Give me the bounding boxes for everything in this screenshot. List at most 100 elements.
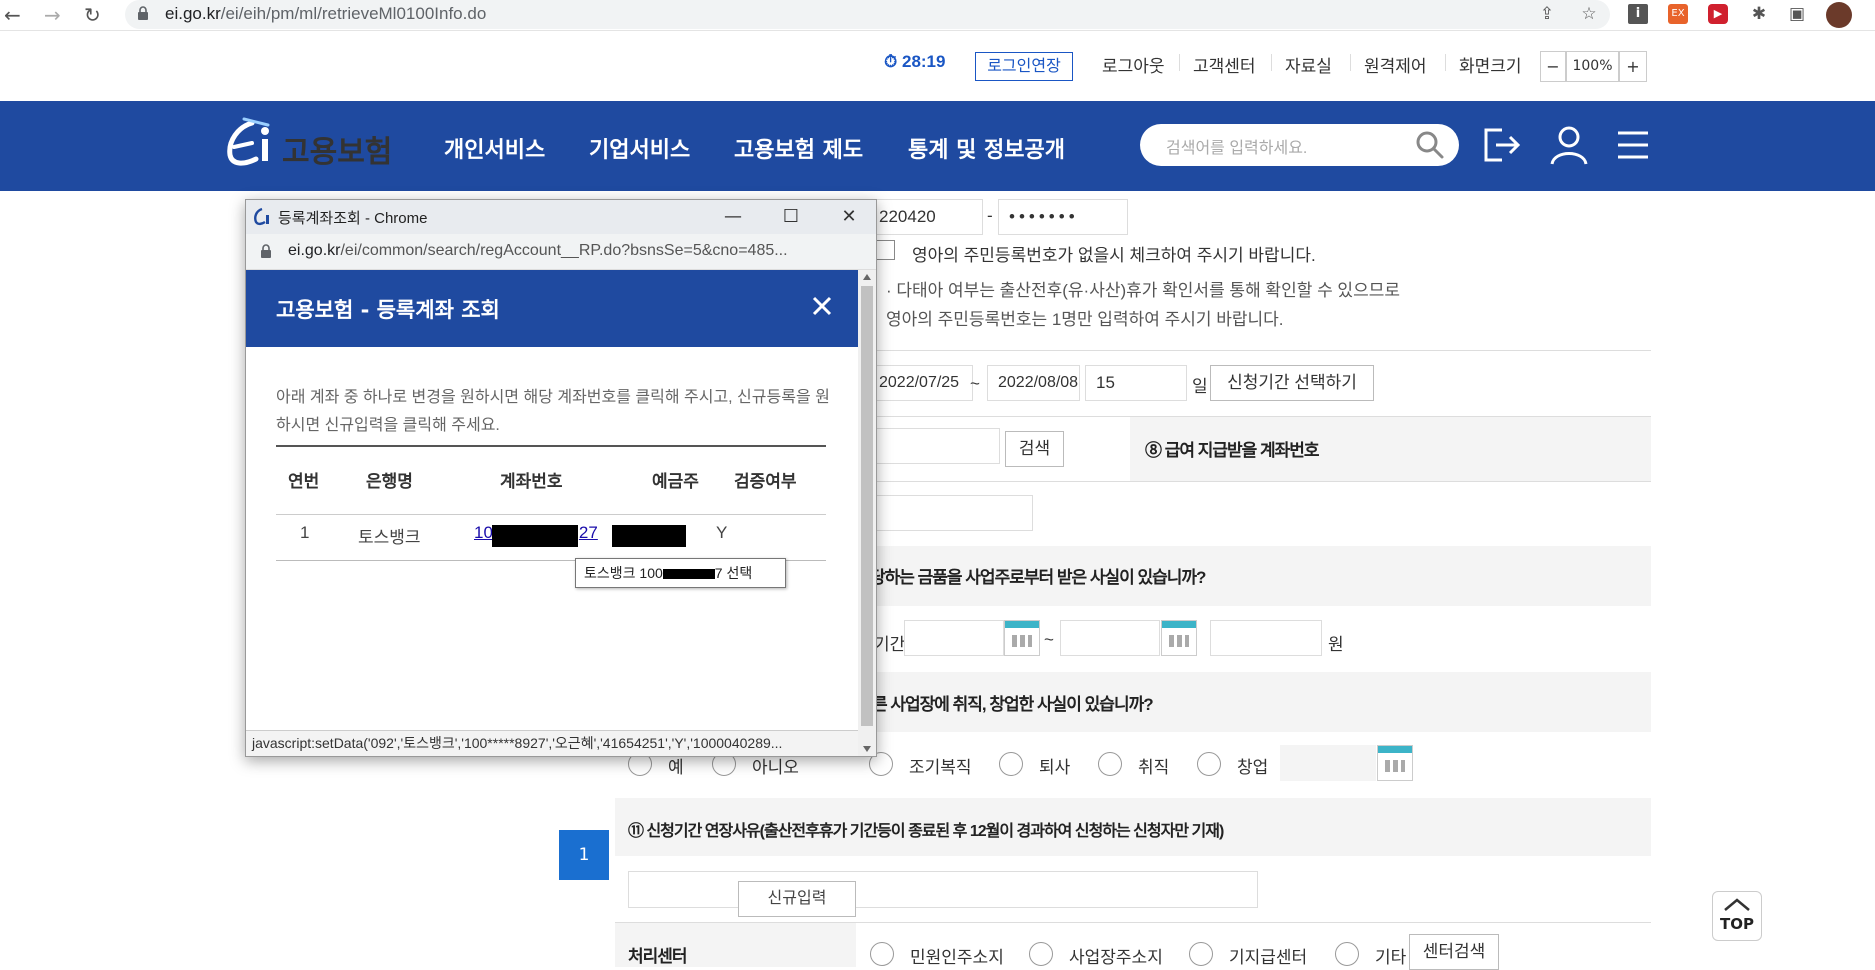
close-icon[interactable] — [804, 288, 840, 324]
reload-icon[interactable]: ↻ — [84, 3, 101, 27]
back-icon[interactable]: ← — [4, 3, 21, 27]
no-id-check-label: 영아의 주민등록번호가 없을시 체크하여 주시기 바랍니다. — [912, 246, 1316, 265]
nav-insurance-system[interactable]: 고용보험 제도 — [734, 132, 863, 164]
extend-login-button[interactable]: 로그인연장 — [975, 52, 1073, 81]
lock-icon — [138, 6, 148, 20]
customer-center-link[interactable]: 고객센터 — [1179, 52, 1256, 77]
radio-center-previous[interactable] — [1189, 942, 1213, 966]
search-input[interactable]: 검색어를 입력하세요. — [1166, 134, 1307, 158]
ei-favicon-icon — [254, 207, 269, 226]
address-url: ei.go.kr/ei/eih/pm/ml/retrieveMl0100Info… — [165, 4, 487, 23]
bank-field[interactable] — [868, 428, 1000, 464]
page-1-button[interactable]: 1 — [559, 830, 609, 880]
multi-note-line-1: · 다태아 여부는 출산전후(유·사산)휴가 확인서를 통해 확인할 수 있으므… — [886, 281, 1400, 300]
radio-center-applicant-label: 민원인주소지 — [910, 948, 1004, 967]
zoom-value: 100% — [1566, 51, 1619, 82]
extra-field[interactable] — [868, 495, 1033, 531]
account-tooltip: 토스뱅크 100 7 선택 — [575, 558, 786, 588]
col-no: 연번 — [288, 472, 320, 491]
search-icon[interactable] — [1415, 130, 1445, 160]
select-period-button[interactable]: 신청기간 선택하기 — [1210, 365, 1374, 401]
site-search[interactable]: 검색어를 입력하세요. — [1140, 124, 1459, 166]
account-lookup-popup: 등록계좌조회 - Chrome — ☐ ✕ ei.go.kr/ei/common… — [245, 199, 877, 917]
money-tilde: ~ — [1044, 630, 1054, 649]
new-entry-button[interactable]: 신규입력 — [738, 881, 856, 917]
radio-center-workplace[interactable] — [1029, 942, 1053, 966]
period-start-field[interactable]: 2022/07/25 — [868, 365, 973, 401]
popup-address-bar[interactable]: ei.go.kr/ei/common/search/regAccount__RP… — [246, 234, 876, 270]
profile-avatar[interactable] — [1826, 2, 1852, 28]
popup-scrollbar[interactable] — [858, 270, 876, 756]
extension-icon-3[interactable]: ▶ — [1708, 4, 1728, 24]
radio-startup-label: 창업 — [1237, 758, 1269, 777]
radio-employed[interactable] — [1098, 752, 1122, 776]
divider — [615, 922, 1651, 923]
minimize-icon[interactable]: — — [718, 204, 748, 230]
address-bar[interactable]: ei.go.kr/ei/eih/pm/ml/retrieveMl0100Info… — [125, 0, 1610, 29]
calendar-icon[interactable] — [1377, 745, 1413, 781]
logo-text: 고용보험 — [282, 136, 393, 169]
period-days-field[interactable]: 15 — [1085, 365, 1187, 401]
radio-center-previous-label: 기지급센터 — [1229, 948, 1308, 967]
lock-icon — [261, 244, 271, 258]
radio-resign[interactable] — [999, 752, 1023, 776]
user-icon[interactable] — [1548, 124, 1590, 166]
money-period-label: 기간 — [874, 635, 906, 654]
nav-statistics[interactable]: 통계 및 정보공개 — [908, 132, 1065, 164]
radio-resign-label: 퇴사 — [1039, 758, 1071, 777]
money-amount-field[interactable] — [1210, 620, 1322, 656]
job-date-field[interactable] — [1280, 745, 1376, 781]
redacted-holder — [612, 525, 686, 547]
id-front-field[interactable]: 220420 — [868, 199, 983, 235]
status-bar: javascript:setData('092','토스뱅크','100****… — [246, 730, 858, 756]
window-close-icon[interactable]: ✕ — [834, 204, 864, 230]
extension-label: ⑪ 신청기간 연장사유(출산전후휴가 기간등이 종료된 후 12월이 경과하여 … — [628, 823, 1224, 840]
scrollbar-thumb[interactable] — [861, 286, 873, 726]
days-unit: 일 — [1192, 377, 1208, 396]
screen-size-label: 화면크기 — [1445, 52, 1522, 77]
row-verified: Y — [716, 523, 728, 542]
logout-link[interactable]: 로그아웃 — [1102, 52, 1165, 77]
puzzle-icon[interactable]: ✱ — [1748, 3, 1770, 25]
period-end-field[interactable]: 2022/08/08 — [987, 365, 1080, 401]
menu-icon[interactable] — [1612, 124, 1654, 166]
extension-icon-2[interactable]: EX — [1668, 4, 1688, 24]
center-search-button[interactable]: 센터검색 — [1409, 934, 1499, 970]
zoom-out-button[interactable]: − — [1540, 51, 1566, 82]
radio-center-applicant[interactable] — [870, 942, 894, 966]
remote-control-link[interactable]: 원격제어 — [1350, 52, 1427, 77]
account-number-field[interactable] — [1388, 430, 1551, 466]
extension-icon-1[interactable]: i — [1628, 4, 1648, 24]
extension-reason-field[interactable] — [628, 871, 1258, 908]
money-end-field[interactable] — [1060, 620, 1160, 656]
scroll-top-button[interactable]: TOP — [1712, 891, 1762, 941]
row-no: 1 — [300, 523, 310, 542]
popup-titlebar: 등록계좌조회 - Chrome — ☐ ✕ — [246, 200, 876, 234]
radio-center-workplace-label: 사업장주소지 — [1069, 948, 1163, 967]
money-start-field[interactable] — [904, 620, 1004, 656]
sidepanel-icon[interactable]: ▣ — [1786, 3, 1808, 25]
calendar-icon[interactable] — [1161, 620, 1197, 656]
logout-icon[interactable] — [1480, 124, 1522, 166]
zoom-in-button[interactable]: + — [1619, 51, 1647, 82]
scroll-down-icon[interactable] — [863, 746, 871, 752]
radio-center-other[interactable] — [1335, 942, 1359, 966]
nav-business-services[interactable]: 기업서비스 — [589, 132, 690, 164]
id-back-field[interactable]: ••••••• — [998, 199, 1128, 235]
share-icon[interactable]: ⇪ — [1536, 3, 1558, 25]
forward-icon[interactable]: → — [44, 3, 61, 27]
popup-header: 고용보험 - 등록계좌 조회 — [246, 270, 858, 347]
calendar-icon[interactable] — [1004, 620, 1040, 656]
bank-search-button[interactable]: 검색 — [1005, 431, 1064, 467]
multi-note-line-2: 영아의 주민등록번호는 1명만 입력하여 주시기 바랍니다. — [886, 310, 1284, 329]
no-id-checkbox[interactable] — [875, 240, 895, 260]
star-icon[interactable]: ☆ — [1578, 3, 1600, 25]
radio-startup[interactable] — [1197, 752, 1221, 776]
nav-personal-services[interactable]: 개인서비스 — [444, 132, 545, 164]
library-link[interactable]: 자료실 — [1271, 52, 1332, 77]
scroll-up-icon[interactable] — [863, 274, 871, 280]
ei-logo-icon — [227, 117, 270, 166]
browser-toolbar: ← → ↻ ei.go.kr/ei/eih/pm/ml/retrieveMl01… — [0, 0, 1875, 31]
id-dash: - — [987, 206, 993, 225]
maximize-icon[interactable]: ☐ — [776, 204, 806, 230]
